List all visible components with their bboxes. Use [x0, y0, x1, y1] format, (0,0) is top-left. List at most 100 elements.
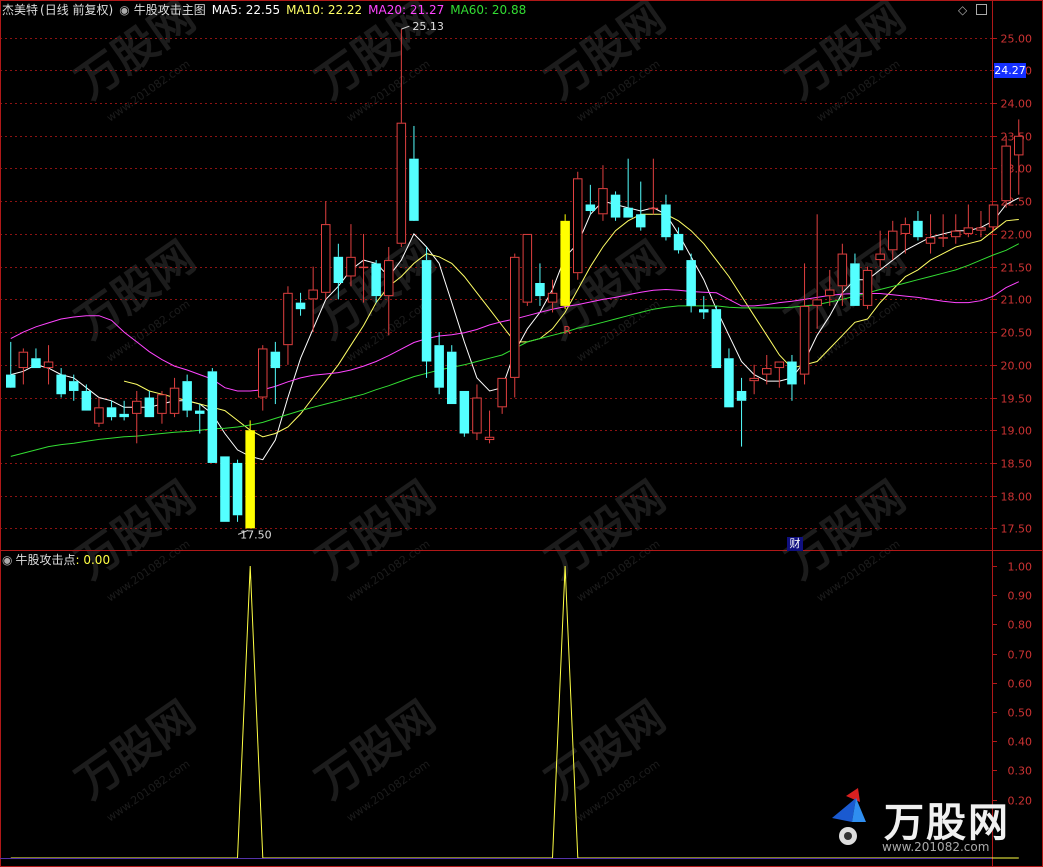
candle-body-up	[888, 230, 898, 251]
candle-body-down	[850, 263, 860, 306]
brand-url: www.201082.com	[882, 840, 990, 854]
candle-body-up	[258, 348, 268, 398]
candle-body-down	[535, 283, 545, 297]
candle-body-down	[232, 462, 243, 516]
collapse-icon[interactable]: ◉	[119, 3, 129, 17]
signal-tick-label: 0.40	[1008, 736, 1033, 749]
candle-body-up	[1014, 135, 1024, 156]
candle-body-down	[421, 260, 432, 362]
candle-body-up	[774, 361, 785, 369]
candle-body-up	[862, 269, 873, 306]
candle-body-up	[396, 122, 407, 244]
price-tick-label: 25.00	[1001, 33, 1033, 46]
candle-body-up	[484, 436, 495, 441]
price-tick-label: 17.50	[1001, 523, 1033, 536]
candle-body-down	[207, 371, 218, 463]
ma20-label: MA20: 21.27	[368, 3, 445, 17]
price-tick-label: 20.00	[1001, 360, 1033, 373]
candle-body-up	[510, 256, 520, 378]
ma10-label: MA10: 22.22	[286, 3, 363, 17]
candle-body-down	[182, 381, 192, 411]
price-tick-label: 18.50	[1001, 458, 1033, 471]
candle-body-up	[43, 361, 54, 369]
candle-body-up	[283, 292, 293, 346]
collapse-icon[interactable]: ◉	[2, 553, 12, 567]
candle-body-up	[825, 289, 835, 297]
candle-body-up	[321, 224, 331, 293]
candle-body-up	[799, 305, 810, 375]
candle-body-up	[573, 178, 583, 274]
candle-body-down	[333, 256, 344, 283]
candle-body-down	[459, 390, 470, 434]
candle-body-down	[661, 204, 671, 238]
candle-body-down	[623, 207, 633, 218]
candle-body-down	[6, 374, 16, 388]
indicator-name[interactable]: 牛股攻击点	[15, 553, 75, 567]
candle-body-up	[169, 387, 180, 414]
signal-tick-label: 0.30	[1008, 765, 1033, 778]
r-marker: R	[563, 324, 571, 337]
candle-body-up	[938, 237, 948, 239]
candle-body-up	[157, 394, 167, 414]
stock-name: 杰美特	[2, 3, 39, 17]
candle-body-up	[308, 289, 318, 300]
high-price-label: 25.13	[412, 20, 444, 33]
low-price-label: 17.50	[240, 528, 272, 541]
candle-body-up	[900, 224, 911, 234]
price-tick-label: 20.50	[1001, 327, 1033, 340]
candle-body-up	[988, 204, 999, 228]
lower-panel-header: ◉ 牛股攻击点: 0.00	[2, 553, 116, 567]
candle-body-down	[585, 204, 596, 212]
candle-body-up	[547, 292, 558, 303]
candle-body-down	[673, 233, 684, 251]
candle-body-down	[736, 390, 747, 401]
candle-body-down	[81, 390, 92, 411]
price-tick-label: 22.00	[1001, 229, 1033, 242]
candle-body-down	[699, 309, 709, 313]
price-tick-label: 18.00	[1001, 491, 1033, 504]
signal-tick-label: 0.70	[1008, 649, 1033, 662]
candle-body-down	[636, 214, 646, 228]
candle-body-down	[371, 263, 381, 297]
candle-body-down	[220, 456, 230, 522]
candle-body-down	[434, 345, 444, 388]
chart-header: 杰美特 (日线 前复权) ◉ 牛股攻击主图 MA5: 22.55 MA10: 22.22 M…	[2, 3, 532, 17]
candle-body-up	[472, 397, 482, 434]
candle-body-up	[976, 227, 986, 231]
financial-report-marker[interactable]: 财	[787, 537, 803, 551]
current-price-tag: 24.27	[994, 63, 1026, 78]
candle-body-up	[497, 377, 507, 408]
candle-body-up	[875, 253, 885, 261]
price-tick-label: 19.50	[1001, 393, 1033, 406]
candle-body-up	[812, 299, 822, 306]
signal-tick-label: 0.80	[1008, 619, 1033, 632]
candle-body-up	[648, 207, 659, 210]
indicator-name[interactable]: 牛股攻击主图	[134, 3, 206, 17]
period-label: (日线 前复权)	[40, 3, 114, 17]
price-tick-label: 21.50	[1001, 262, 1033, 275]
candle-body-down	[724, 358, 734, 408]
candle-body-up	[384, 260, 394, 297]
brand-logo: 万股网 www.201082.com	[832, 788, 1032, 858]
candle-body-signal	[560, 220, 570, 306]
candle-body-down	[119, 413, 129, 418]
ma5-label: MA5: 22.55	[211, 3, 281, 17]
candle-body-down	[913, 220, 923, 238]
candle-body-up	[749, 377, 759, 382]
chart-canvas: 万股网www.201082.com 万股网www.201082.com 万股网www…	[0, 0, 1043, 867]
candle-body-down	[409, 158, 419, 221]
restore-icon[interactable]	[976, 4, 987, 15]
candle-body-up	[132, 400, 142, 414]
signal-tick-label: 0.90	[1008, 590, 1033, 603]
price-tick-label: 21.00	[1001, 294, 1033, 307]
candle-body-up	[963, 227, 974, 234]
candle-body-down	[686, 260, 696, 306]
price-tick-label: 19.00	[1001, 425, 1033, 438]
candle-body-up	[837, 253, 848, 287]
candle-body-down	[195, 410, 205, 414]
candle-body-up	[1001, 145, 1011, 202]
candle-body-up	[598, 188, 608, 215]
candle-body-down	[144, 397, 155, 418]
diamond-icon[interactable]: ◇	[958, 3, 967, 17]
candle-body-up	[346, 256, 356, 277]
